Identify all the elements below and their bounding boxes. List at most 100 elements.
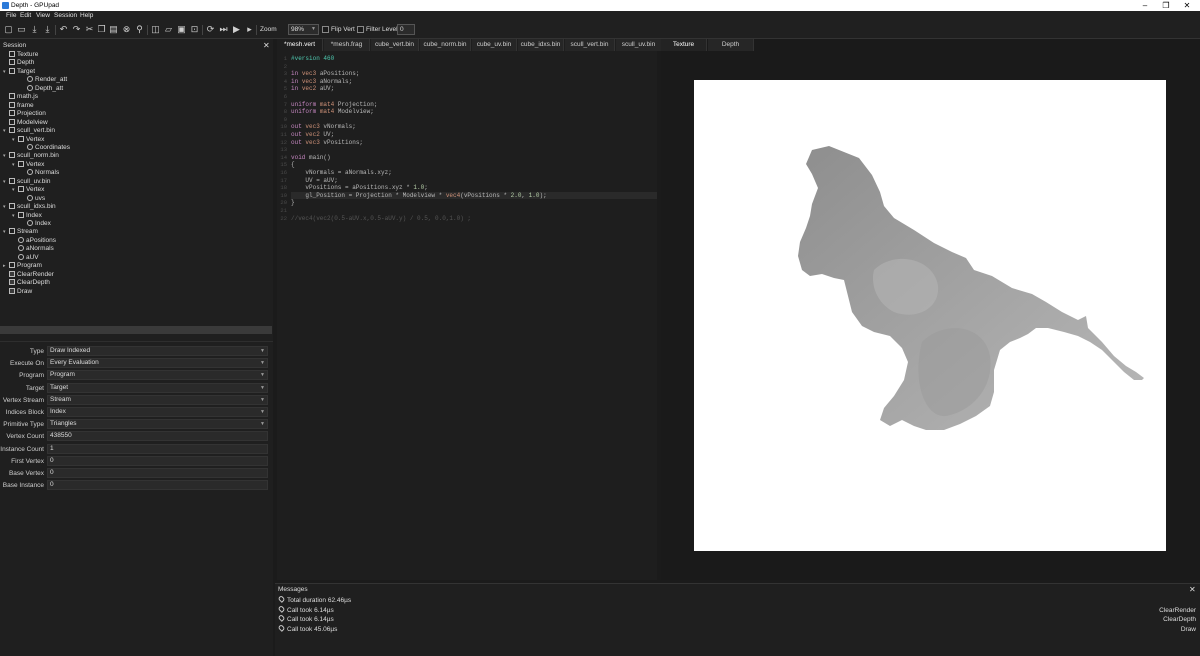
tree-item[interactable]: ▾ Vertex — [12, 186, 44, 195]
editor-tab[interactable]: *mesh.frag — [324, 39, 370, 51]
filter-checkbox[interactable] — [357, 26, 364, 33]
find-icon[interactable]: ⚲ — [135, 25, 144, 34]
tab-texture[interactable]: Texture — [661, 39, 707, 51]
property-input[interactable]: 438550 — [47, 431, 268, 442]
messages-panel: Messages ✕ Total duration 62.46µs Call to… — [275, 583, 1200, 656]
editor-tab[interactable]: scull_vert.bin — [565, 39, 615, 51]
redo-icon[interactable]: ↷ — [72, 25, 81, 34]
tree-item[interactable]: aPositions — [12, 236, 56, 246]
editor-tab[interactable]: cube_norm.bin — [420, 39, 471, 51]
paste-icon[interactable]: ▤ — [109, 25, 118, 34]
flip-vert-checkbox[interactable] — [322, 26, 329, 33]
message-row[interactable]: Call took 6.14µs — [277, 604, 334, 615]
menu-file[interactable]: File — [6, 11, 16, 21]
tree-item[interactable]: ▾ scull_idxs.bin — [3, 203, 56, 212]
tree-item[interactable]: ▾ Vertex — [12, 160, 44, 170]
property-input[interactable]: 0 — [47, 480, 268, 491]
reload-icon[interactable]: ⟳ — [206, 25, 215, 34]
menu-session[interactable]: Session — [54, 11, 77, 21]
tree-item[interactable]: ▾ Target — [3, 67, 35, 77]
save-session-icon[interactable]: ▣ — [177, 25, 186, 34]
property-select[interactable]: Draw Indexed ▼ — [47, 346, 268, 356]
tree-item[interactable]: Depth — [3, 59, 34, 68]
message-row[interactable]: Call took 45.06µs — [277, 623, 338, 634]
tree-item[interactable]: ▾ Vertex — [12, 135, 44, 145]
tree-item[interactable]: ClearDepth — [3, 279, 50, 288]
property-input[interactable]: 0 — [47, 468, 268, 478]
tree-item[interactable]: Modelview — [3, 118, 48, 128]
tree-item[interactable]: ▾ scull_uv.bin — [3, 177, 50, 187]
copy-icon[interactable]: ❐ — [97, 25, 106, 34]
editor-tab[interactable]: scull_uv.bin — [616, 39, 662, 51]
folder-icon[interactable]: ▱ — [164, 25, 173, 34]
editor-tab[interactable]: *mesh.vert — [277, 39, 323, 51]
split-view-icon[interactable]: ◫ — [151, 25, 160, 34]
tree-item[interactable]: frame — [3, 101, 34, 111]
property-input[interactable]: 1 — [47, 443, 268, 454]
message-text: Call took 45.06µs — [287, 625, 338, 633]
tab-depth[interactable]: Depth — [708, 39, 754, 51]
property-select[interactable]: Target ▼ — [47, 382, 268, 393]
menu-help[interactable]: Help — [80, 11, 93, 21]
message-row[interactable]: Total duration 62.46µs — [277, 595, 351, 605]
minimize-icon[interactable]: – — [1138, 0, 1152, 11]
editor-tab[interactable]: cube_idxs.bin — [518, 39, 564, 51]
screenshot-icon[interactable]: ⊡ — [190, 25, 199, 34]
session-title: Session — [3, 42, 27, 49]
zoom-select[interactable]: 98% ▼ — [288, 24, 319, 35]
tree-item[interactable]: ClearRender — [3, 270, 54, 280]
tree-item[interactable]: uvs — [21, 194, 45, 204]
cut-icon[interactable]: ✂ — [85, 25, 94, 34]
code-line: gl_Position = Projection * Modelview * v… — [291, 191, 657, 199]
tree-item[interactable]: Draw — [3, 287, 32, 297]
skull-depth-render — [798, 146, 1144, 430]
chevron-down-icon: ▼ — [260, 396, 265, 403]
message-row[interactable]: Call took 6.14µs — [277, 614, 334, 624]
depth-render-canvas[interactable] — [694, 80, 1166, 551]
tree-item[interactable]: Normals — [21, 169, 59, 178]
menu-edit[interactable]: Edit — [20, 11, 31, 21]
tree-item[interactable]: ▾ scull_vert.bin — [3, 127, 55, 136]
menu-view[interactable]: View — [36, 11, 50, 21]
property-input[interactable]: 0 — [47, 455, 268, 466]
property-select[interactable]: Stream ▼ — [47, 394, 268, 405]
save-icon[interactable]: ⤓ — [30, 25, 39, 34]
link-icon — [27, 169, 33, 176]
binding-icon — [9, 118, 15, 125]
delete-icon[interactable]: ⊗ — [122, 25, 131, 34]
editor-tab[interactable]: cube_vert.bin — [371, 39, 419, 51]
tree-item[interactable]: Coordinates — [21, 143, 70, 153]
tree-item[interactable]: ▸ Program — [3, 262, 42, 271]
close-icon[interactable]: ✕ — [1180, 0, 1194, 11]
tree-item[interactable]: ▾ Index — [12, 211, 42, 221]
evaluate-icon[interactable]: ▸ — [245, 25, 254, 34]
play-icon[interactable]: ▶ — [232, 25, 241, 34]
close-messages-icon[interactable]: ✕ — [1189, 585, 1196, 594]
close-panel-icon[interactable]: ✕ — [263, 41, 270, 50]
property-select[interactable]: Program ▼ — [47, 370, 268, 381]
save-all-icon[interactable]: ⤓ — [43, 25, 52, 34]
tree-item[interactable]: Depth_att — [21, 84, 63, 94]
tree-item[interactable]: math.js — [3, 93, 38, 102]
line-number: 8 — [283, 108, 287, 116]
new-file-icon[interactable]: ▢ — [4, 25, 13, 34]
level-spinbox[interactable]: 0 — [397, 24, 415, 35]
editor-tab[interactable]: cube_uv.bin — [472, 39, 517, 51]
open-file-icon[interactable]: ▭ — [17, 25, 26, 34]
tree-item[interactable]: ▾ Stream — [3, 228, 38, 237]
maximize-icon[interactable]: ❐ — [1159, 0, 1173, 11]
tree-item[interactable]: aUV — [12, 253, 39, 263]
property-select[interactable]: Every Evaluation ▼ — [47, 358, 268, 369]
step-icon[interactable]: ⏭ — [219, 25, 228, 34]
tree-item[interactable]: ▾ scull_norm.bin — [3, 152, 59, 161]
tree-item[interactable]: Render_att — [21, 76, 67, 85]
tree-item[interactable]: Index — [21, 220, 51, 229]
tree-item[interactable]: aNormals — [12, 245, 54, 254]
property-select[interactable]: Triangles ▼ — [47, 419, 268, 430]
property-select[interactable]: Index ▼ — [47, 407, 268, 417]
tree-item[interactable]: Texture — [3, 51, 38, 60]
line-number: 16 — [280, 169, 287, 176]
line-number: 6 — [283, 93, 287, 100]
tree-item[interactable]: Projection — [3, 110, 46, 119]
undo-icon[interactable]: ↶ — [59, 25, 68, 34]
